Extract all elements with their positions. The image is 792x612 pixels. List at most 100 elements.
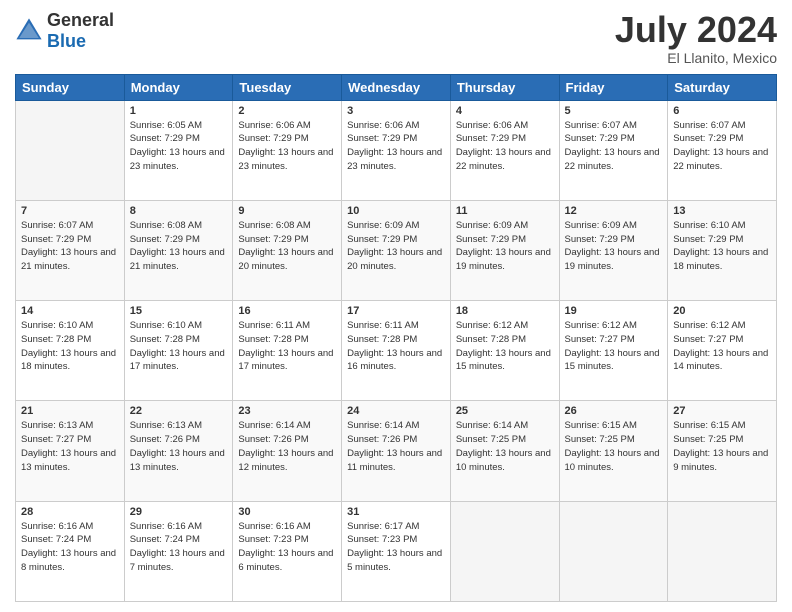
- day-info: Sunrise: 6:11 AMSunset: 7:28 PMDaylight:…: [238, 319, 336, 374]
- day-info: Sunrise: 6:05 AMSunset: 7:29 PMDaylight:…: [130, 119, 228, 174]
- day-cell: 8 Sunrise: 6:08 AMSunset: 7:29 PMDaylight…: [124, 200, 233, 300]
- day-number: 6: [673, 105, 771, 117]
- day-info: Sunrise: 6:07 AMSunset: 7:29 PMDaylight:…: [673, 119, 771, 174]
- day-number: 10: [347, 205, 445, 217]
- day-cell: 13 Sunrise: 6:10 AMSunset: 7:29 PMDayligh…: [668, 200, 777, 300]
- day-info: Sunrise: 6:12 AMSunset: 7:27 PMDaylight:…: [673, 319, 771, 374]
- day-cell: 6 Sunrise: 6:07 AMSunset: 7:29 PMDaylight…: [668, 100, 777, 200]
- day-cell: 27Sunrise: 6:15 AMSunset: 7:25 PMDayligh…: [668, 401, 777, 501]
- day-number: 12: [565, 205, 663, 217]
- day-cell: 5 Sunrise: 6:07 AMSunset: 7:29 PMDaylight…: [559, 100, 668, 200]
- week-row-3: 14Sunrise: 6:10 AMSunset: 7:28 PMDayligh…: [16, 301, 777, 401]
- col-wednesday: Wednesday: [342, 74, 451, 100]
- day-info: Sunrise: 6:12 AMSunset: 7:28 PMDaylight:…: [456, 319, 554, 374]
- col-tuesday: Tuesday: [233, 74, 342, 100]
- day-cell: 9Sunrise: 6:08 AMSunset: 7:29 PMDaylight…: [233, 200, 342, 300]
- col-sunday: Sunday: [16, 74, 125, 100]
- day-info: Sunrise: 6:13 AMSunset: 7:27 PMDaylight:…: [21, 419, 119, 474]
- day-number: 31: [347, 506, 445, 518]
- logo-general: General: [47, 10, 114, 30]
- day-number: 18: [456, 305, 554, 317]
- day-info: Sunrise: 6:16 AMSunset: 7:24 PMDaylight:…: [21, 520, 119, 575]
- day-cell: 26Sunrise: 6:15 AMSunset: 7:25 PMDayligh…: [559, 401, 668, 501]
- day-cell: 24 Sunrise: 6:14 AMSunset: 7:26 PMDayligh…: [342, 401, 451, 501]
- logo: General Blue: [15, 10, 114, 52]
- day-cell: 16 Sunrise: 6:11 AMSunset: 7:28 PMDayligh…: [233, 301, 342, 401]
- day-cell: 3Sunrise: 6:06 AMSunset: 7:29 PMDaylight…: [342, 100, 451, 200]
- col-friday: Friday: [559, 74, 668, 100]
- day-cell: 20 Sunrise: 6:12 AMSunset: 7:27 PMDayligh…: [668, 301, 777, 401]
- week-row-5: 28 Sunrise: 6:16 AMSunset: 7:24 PMDayligh…: [16, 501, 777, 601]
- day-cell: 22 Sunrise: 6:13 AMSunset: 7:26 PMDayligh…: [124, 401, 233, 501]
- calendar-table: Sunday Monday Tuesday Wednesday Thursday…: [15, 74, 777, 602]
- day-number: 4: [456, 105, 554, 117]
- day-info: Sunrise: 6:10 AMSunset: 7:28 PMDaylight:…: [21, 319, 119, 374]
- day-number: 26: [565, 405, 663, 417]
- day-cell: 2 Sunrise: 6:06 AMSunset: 7:29 PMDaylight…: [233, 100, 342, 200]
- day-cell: 17 Sunrise: 6:11 AMSunset: 7:28 PMDayligh…: [342, 301, 451, 401]
- day-info: Sunrise: 6:10 AMSunset: 7:29 PMDaylight:…: [673, 219, 771, 274]
- day-info: Sunrise: 6:08 AMSunset: 7:29 PMDaylight:…: [130, 219, 228, 274]
- day-info: Sunrise: 6:14 AMSunset: 7:25 PMDaylight:…: [456, 419, 554, 474]
- day-number: 22: [130, 405, 228, 417]
- day-number: 17: [347, 305, 445, 317]
- day-cell: 10 Sunrise: 6:09 AMSunset: 7:29 PMDayligh…: [342, 200, 451, 300]
- day-number: 24: [347, 405, 445, 417]
- col-monday: Monday: [124, 74, 233, 100]
- day-number: 28: [21, 506, 119, 518]
- week-row-4: 21 Sunrise: 6:13 AMSunset: 7:27 PMDayligh…: [16, 401, 777, 501]
- day-cell: 11 Sunrise: 6:09 AMSunset: 7:29 PMDayligh…: [450, 200, 559, 300]
- day-number: 30: [238, 506, 336, 518]
- day-info: Sunrise: 6:10 AMSunset: 7:28 PMDaylight:…: [130, 319, 228, 374]
- day-info: Sunrise: 6:12 AMSunset: 7:27 PMDaylight:…: [565, 319, 663, 374]
- week-row-2: 7 Sunrise: 6:07 AMSunset: 7:29 PMDaylight…: [16, 200, 777, 300]
- day-cell: 28 Sunrise: 6:16 AMSunset: 7:24 PMDayligh…: [16, 501, 125, 601]
- day-info: Sunrise: 6:07 AMSunset: 7:29 PMDaylight:…: [565, 119, 663, 174]
- day-info: Sunrise: 6:09 AMSunset: 7:29 PMDaylight:…: [456, 219, 554, 274]
- day-cell: 4 Sunrise: 6:06 AMSunset: 7:29 PMDaylight…: [450, 100, 559, 200]
- day-number: 11: [456, 205, 554, 217]
- day-number: 2: [238, 105, 336, 117]
- day-number: 8: [130, 205, 228, 217]
- day-cell: 25 Sunrise: 6:14 AMSunset: 7:25 PMDayligh…: [450, 401, 559, 501]
- day-info: Sunrise: 6:08 AMSunset: 7:29 PMDaylight:…: [238, 219, 336, 274]
- day-cell: [559, 501, 668, 601]
- day-info: Sunrise: 6:11 AMSunset: 7:28 PMDaylight:…: [347, 319, 445, 374]
- day-number: 13: [673, 205, 771, 217]
- location: El Llanito, Mexico: [615, 50, 777, 66]
- logo-text: General Blue: [47, 10, 114, 52]
- header-row: Sunday Monday Tuesday Wednesday Thursday…: [16, 74, 777, 100]
- day-info: Sunrise: 6:14 AMSunset: 7:26 PMDaylight:…: [347, 419, 445, 474]
- day-info: Sunrise: 6:06 AMSunset: 7:29 PMDaylight:…: [238, 119, 336, 174]
- day-info: Sunrise: 6:17 AMSunset: 7:23 PMDaylight:…: [347, 520, 445, 575]
- day-info: Sunrise: 6:16 AMSunset: 7:24 PMDaylight:…: [130, 520, 228, 575]
- day-info: Sunrise: 6:09 AMSunset: 7:29 PMDaylight:…: [347, 219, 445, 274]
- day-number: 25: [456, 405, 554, 417]
- title-block: July 2024 El Llanito, Mexico: [615, 10, 777, 66]
- month-title: July 2024: [615, 10, 777, 50]
- header: General Blue July 2024 El Llanito, Mexic…: [15, 10, 777, 66]
- day-number: 23: [238, 405, 336, 417]
- day-cell: 15Sunrise: 6:10 AMSunset: 7:28 PMDayligh…: [124, 301, 233, 401]
- day-cell: 29Sunrise: 6:16 AMSunset: 7:24 PMDayligh…: [124, 501, 233, 601]
- day-info: Sunrise: 6:13 AMSunset: 7:26 PMDaylight:…: [130, 419, 228, 474]
- day-info: Sunrise: 6:06 AMSunset: 7:29 PMDaylight:…: [456, 119, 554, 174]
- day-cell: 14Sunrise: 6:10 AMSunset: 7:28 PMDayligh…: [16, 301, 125, 401]
- col-saturday: Saturday: [668, 74, 777, 100]
- logo-icon: [15, 17, 43, 45]
- day-cell: 1Sunrise: 6:05 AMSunset: 7:29 PMDaylight…: [124, 100, 233, 200]
- day-cell: 12Sunrise: 6:09 AMSunset: 7:29 PMDayligh…: [559, 200, 668, 300]
- day-number: 19: [565, 305, 663, 317]
- day-number: 7: [21, 205, 119, 217]
- day-cell: 18 Sunrise: 6:12 AMSunset: 7:28 PMDayligh…: [450, 301, 559, 401]
- day-number: 16: [238, 305, 336, 317]
- day-cell: [450, 501, 559, 601]
- week-row-1: 1Sunrise: 6:05 AMSunset: 7:29 PMDaylight…: [16, 100, 777, 200]
- day-cell: [668, 501, 777, 601]
- day-info: Sunrise: 6:07 AMSunset: 7:29 PMDaylight:…: [21, 219, 119, 274]
- day-number: 20: [673, 305, 771, 317]
- calendar-page: General Blue July 2024 El Llanito, Mexic…: [0, 0, 792, 612]
- day-number: 5: [565, 105, 663, 117]
- col-thursday: Thursday: [450, 74, 559, 100]
- day-number: 21: [21, 405, 119, 417]
